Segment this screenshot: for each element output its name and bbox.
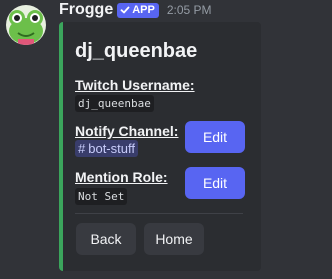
home-button[interactable]: Home (144, 223, 204, 255)
field-notify-channel-label: Notify Channel: (75, 123, 179, 139)
edit-notify-channel-button[interactable]: Edit (185, 121, 245, 153)
back-button[interactable]: Back (76, 223, 136, 255)
divider (75, 213, 243, 214)
message-header: Frogge APP 2:05 PM (59, 0, 212, 20)
field-mention-role-value: Not Set (75, 188, 128, 205)
channel-mention[interactable]: # bot-stuff (75, 140, 138, 157)
channel-hash-icon: # (78, 141, 86, 156)
timestamp[interactable]: 2:05 PM (167, 3, 212, 17)
frog-avatar-icon (6, 5, 46, 45)
app-badge-label: APP (132, 4, 155, 16)
avatar[interactable] (6, 5, 46, 45)
author-name[interactable]: Frogge (59, 1, 113, 19)
checkmark-icon (120, 6, 130, 14)
embed-card: dj_queenbae Twitch Username: dj_queenbae… (59, 22, 261, 271)
embed-title: dj_queenbae (75, 40, 198, 62)
channel-name: bot-stuff (88, 141, 135, 156)
field-twitch-username-label: Twitch Username: (75, 77, 195, 93)
edit-mention-role-button[interactable]: Edit (185, 167, 245, 199)
field-mention-role-label: Mention Role: (75, 169, 168, 185)
app-badge: APP (117, 2, 159, 18)
field-twitch-username-value: dj_queenbae (75, 95, 154, 112)
